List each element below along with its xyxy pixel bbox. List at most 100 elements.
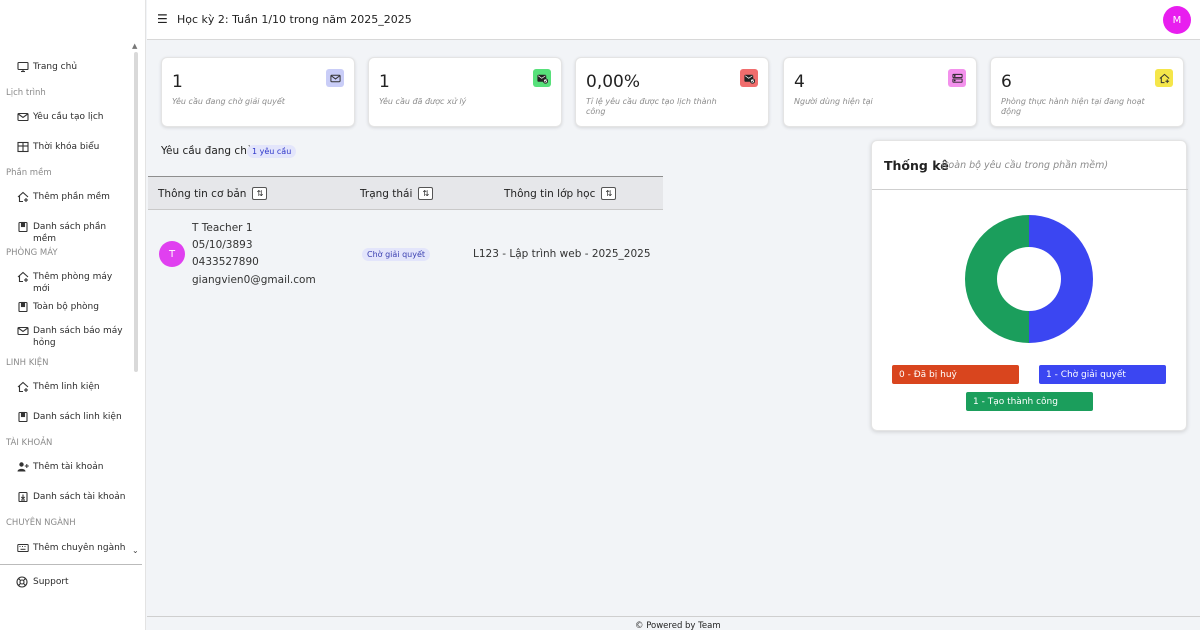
support-link[interactable]: Support — [16, 576, 69, 588]
column-status[interactable]: Trạng thái ⇅ — [360, 187, 434, 200]
table-icon — [16, 141, 29, 153]
lifebuoy-icon — [16, 576, 28, 588]
sidebar-item-label: Trang chủ — [33, 62, 78, 72]
scroll-down-arrow-icon[interactable]: ⌄ — [132, 546, 139, 555]
stat-value: 4 — [794, 72, 805, 92]
stat-value: 6 — [1001, 72, 1012, 92]
footer-text: © Powered by Team — [635, 621, 721, 630]
legend-item[interactable]: 0 - Đã bị huỷ — [892, 365, 1019, 384]
stat-label: Yêu cầu đã được xử lý — [379, 97, 467, 106]
stats-subtitle: (toàn bộ yêu cầu trong phần mềm) — [941, 160, 1109, 171]
sidebar-item-label: Thêm phòng máy mới — [33, 272, 113, 294]
sidebar-section-label: PHÒNG MÁY — [6, 248, 58, 258]
sidebar-item[interactable]: Thêm linh kiện — [0, 381, 130, 393]
stats-title: Thống kê — [884, 158, 949, 173]
legend-item[interactable]: 1 - Chờ giải quyết — [1039, 365, 1166, 384]
teacher-email: giangvien0@gmail.com — [192, 274, 316, 286]
sidebar-item[interactable]: Thời khóa biểu — [0, 141, 130, 153]
stat-label: Phòng thực hành hiện tại đang hoạt động — [1001, 97, 1145, 116]
top-header: ☰ Học kỳ 2: Tuần 1/10 trong năm 2025_202… — [147, 0, 1200, 40]
stats-header: Thống kê (toàn bộ yêu cầu trong phần mềm… — [872, 141, 1188, 190]
pending-requests-title: Yêu cầu đang chờ — [161, 145, 254, 157]
sidebar-section-label: LINH KIỆN — [6, 358, 49, 368]
house-plus-icon — [1155, 69, 1173, 87]
request-date: 05/10/3893 — [192, 239, 253, 251]
sidebar-item-label: Thêm linh kiện — [33, 382, 100, 392]
box-icon — [16, 411, 29, 423]
donut-slice[interactable] — [965, 215, 1029, 343]
keyboard-icon — [16, 542, 29, 554]
user-avatar[interactable]: M — [1163, 6, 1191, 34]
legend-item[interactable]: 1 - Tạo thành công — [966, 392, 1093, 411]
column-class-info[interactable]: Thông tin lớp học ⇅ — [504, 187, 617, 200]
sidebar-item[interactable]: Toàn bộ phòng — [0, 301, 130, 313]
stats-panel: Thống kê (toàn bộ yêu cầu trong phần mềm… — [871, 140, 1188, 431]
footer-divider — [147, 616, 1200, 617]
stat-label: Người dùng hiện tại — [794, 97, 873, 106]
mail-icon — [16, 111, 29, 123]
stat-card: 1 Yêu cầu đang chờ giải quyết — [161, 57, 355, 127]
sidebar-item-label: Thêm phần mềm — [33, 192, 110, 202]
sidebar-item[interactable]: Thêm tài khoản — [0, 461, 130, 473]
sidebar: Trang chủ Lịch trình Yêu cầu tạo lịch Thời … — [0, 0, 146, 630]
house-plus-icon — [16, 271, 29, 283]
mail-check-icon — [740, 69, 758, 87]
server-icon — [948, 69, 966, 87]
stat-value: 1 — [379, 72, 390, 92]
teacher-avatar: T — [159, 241, 185, 267]
sidebar-item-label: Toàn bộ phòng — [33, 302, 99, 312]
mail-icon — [16, 325, 29, 337]
sidebar-item[interactable]: Danh sách báo máy hỏng — [0, 325, 130, 349]
sidebar-item[interactable]: Danh sách phần mềm — [0, 221, 130, 245]
house-plus-icon — [16, 191, 29, 203]
sidebar-item[interactable]: Danh sách tài khoản — [0, 491, 130, 503]
sidebar-item-label: Danh sách báo máy hỏng — [33, 326, 123, 348]
page-title: Học kỳ 2: Tuần 1/10 trong năm 2025_2025 — [177, 13, 412, 26]
donut-chart — [965, 215, 1093, 343]
status-badge: Chờ giải quyết — [362, 248, 431, 261]
sidebar-item[interactable]: Yêu cầu tạo lịch — [0, 111, 130, 123]
box-icon — [16, 221, 29, 233]
stat-card: 4 Người dùng hiện tại — [783, 57, 977, 127]
sidebar-item-label: Danh sách phần mềm — [33, 222, 107, 244]
stat-card: 0,00% Tỉ lệ yêu cầu được tạo lịch thành c… — [575, 57, 769, 127]
sidebar-section-label: Phần mềm — [6, 168, 52, 178]
sidebar-section-label: CHUYÊN NGÀNH — [6, 518, 76, 528]
column-basic-info[interactable]: Thông tin cơ bản ⇅ — [158, 187, 268, 200]
sidebar-divider — [0, 564, 142, 565]
sidebar-nav: Trang chủ Lịch trình Yêu cầu tạo lịch Thời … — [0, 42, 140, 560]
sort-icon[interactable]: ⇅ — [601, 187, 617, 200]
stat-card: 1 Yêu cầu đã được xử lý — [368, 57, 562, 127]
support-label: Support — [33, 577, 69, 587]
donut-slice[interactable] — [1029, 215, 1093, 343]
sidebar-item[interactable]: Thêm phần mềm — [0, 191, 130, 203]
table-header: Thông tin cơ bản ⇅ Trạng thái ⇅ Thông ti… — [148, 176, 663, 210]
stat-value: 1 — [172, 72, 183, 92]
download-box-icon — [16, 491, 29, 503]
sort-icon[interactable]: ⇅ — [418, 187, 434, 200]
sidebar-item-label: Danh sách linh kiện — [33, 412, 122, 422]
sidebar-item-label: Yêu cầu tạo lịch — [33, 112, 104, 122]
house-plus-icon — [16, 381, 29, 393]
scroll-up-arrow-icon[interactable]: ▲ — [132, 42, 137, 50]
monitor-icon — [16, 61, 29, 73]
mail-check-icon — [533, 69, 551, 87]
teacher-phone: 0433527890 — [192, 256, 259, 268]
hamburger-menu-icon[interactable]: ☰ — [157, 13, 168, 25]
sidebar-item[interactable]: Thêm phòng máy mới — [0, 271, 130, 295]
sidebar-item[interactable]: Danh sách linh kiện — [0, 411, 130, 423]
sidebar-item-label: Thời khóa biểu — [33, 142, 100, 152]
sidebar-item-label: Thêm chuyên ngành — [33, 543, 126, 553]
user-plus-icon — [16, 461, 29, 473]
stat-label: Yêu cầu đang chờ giải quyết — [172, 97, 285, 106]
teacher-name: T Teacher 1 — [192, 222, 253, 234]
box-icon — [16, 301, 29, 313]
sort-icon[interactable]: ⇅ — [252, 187, 268, 200]
sidebar-scrollbar[interactable] — [134, 52, 138, 372]
pending-count-badge: 1 yêu cầu — [247, 145, 297, 158]
mail-icon — [326, 69, 344, 87]
sidebar-section-label: TÀI KHOẢN — [6, 438, 53, 448]
sidebar-item[interactable]: Thêm chuyên ngành — [0, 542, 130, 554]
sidebar-section-label: Lịch trình — [6, 88, 46, 98]
sidebar-item[interactable]: Trang chủ — [0, 61, 130, 73]
